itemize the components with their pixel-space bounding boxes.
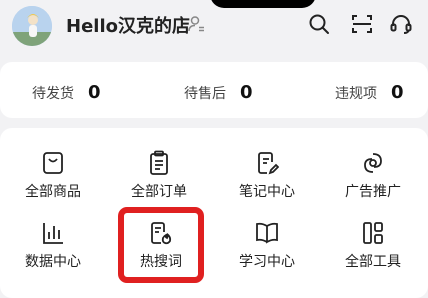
tool-label: 全部订单 [131,184,187,200]
tools-grid-card: 全部商品 全部订单 笔记中心 广告推广 数据中心 热搜词 学习中心 全部工具 [0,128,428,298]
bar-chart-icon [43,223,63,244]
tool-hot-search-words[interactable]: 热搜词 [116,220,206,288]
customer-service-icon[interactable] [389,12,413,36]
open-book-icon [256,222,278,244]
tool-data-center[interactable]: 数据中心 [8,220,98,288]
shop-avatar[interactable] [12,6,52,46]
search-icon[interactable] [307,12,331,36]
grid-tools-icon [363,222,383,244]
tool-label: 全部商品 [25,184,81,200]
order-stats-card: 待发货 0 待售后 0 违规项 0 [0,62,428,118]
stat-value: 0 [240,82,253,103]
promotion-icon [364,153,382,173]
tool-learning-center[interactable]: 学习中心 [222,220,312,288]
scan-icon[interactable] [350,12,374,36]
stat-value: 0 [391,82,404,103]
switch-account-icon[interactable] [186,14,206,34]
tool-label: 数据中心 [25,254,81,270]
stat-pending-aftersale[interactable]: 待售后 0 [184,82,253,103]
tool-label: 学习中心 [239,254,295,270]
tool-ad-promotion[interactable]: 广告推广 [328,150,418,218]
stat-violations[interactable]: 违规项 0 [335,82,404,103]
shopping-bag-icon [43,152,63,174]
stat-label: 待发货 [32,86,74,102]
tool-all-orders[interactable]: 全部订单 [114,150,204,218]
tool-label: 广告推广 [345,184,401,200]
tool-label: 热搜词 [140,254,182,270]
tool-all-products[interactable]: 全部商品 [8,150,98,218]
shop-name[interactable]: Hello汉克的店 [66,12,190,38]
shop-header: Hello汉克的店 [0,0,428,58]
stat-label: 违规项 [335,86,377,102]
tool-label: 笔记中心 [239,184,295,200]
hot-search-icon [151,222,172,245]
note-pen-icon [258,152,279,175]
stat-label: 待售后 [184,86,226,102]
stat-pending-shipment[interactable]: 待发货 0 [32,82,101,103]
stat-value: 0 [88,82,101,103]
tool-all-tools[interactable]: 全部工具 [328,220,418,288]
clipboard-icon [150,150,168,175]
tool-notes-center[interactable]: 笔记中心 [222,150,312,218]
tool-label: 全部工具 [345,254,401,270]
